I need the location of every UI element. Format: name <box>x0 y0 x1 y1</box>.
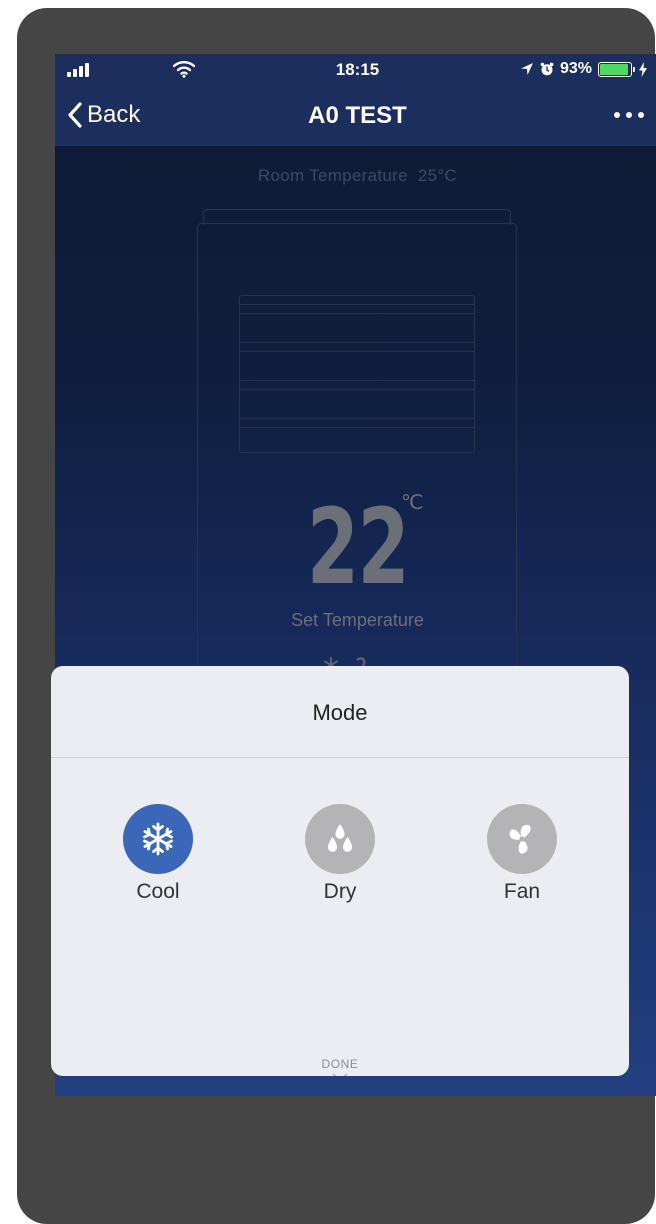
grill-slat <box>240 342 474 352</box>
more-icon[interactable] <box>612 108 646 122</box>
set-temperature-label: Set Temperature <box>291 610 424 630</box>
phone-frame: 18:15 93% Back A0 TEST Room Temperature … <box>17 8 656 1224</box>
sheet-title: Mode <box>312 700 368 725</box>
temperature-unit: ℃ <box>401 492 424 514</box>
location-icon <box>520 63 533 75</box>
charging-icon <box>639 61 647 77</box>
room-temperature: Room Temperature 25°C <box>55 166 656 186</box>
battery-level <box>600 63 628 75</box>
cool-mode-button[interactable] <box>123 804 193 874</box>
status-bar: 18:15 93% <box>55 54 656 84</box>
mode-label: Dry <box>323 880 357 903</box>
battery-icon <box>598 61 635 77</box>
mode-sheet: Mode Cool Dry Fan DONE <box>51 666 629 1076</box>
alarm-icon <box>540 62 554 76</box>
mode-option-fan[interactable]: Fan <box>462 804 582 914</box>
chevron-down-icon[interactable] <box>332 1073 348 1076</box>
mode-label: Cool <box>136 880 180 903</box>
page-title: A0 TEST <box>308 102 407 129</box>
set-temperature-value: 22 <box>306 486 410 608</box>
dry-mode-button[interactable] <box>305 804 375 874</box>
fan-mode-button[interactable] <box>487 804 557 874</box>
ac-unit-illustration <box>197 209 517 743</box>
room-temperature-value: 25°C <box>417 166 458 185</box>
mode-option-dry[interactable]: Dry <box>280 804 400 914</box>
status-right: 93% <box>520 59 648 79</box>
done-button[interactable]: DONE <box>51 1057 629 1071</box>
snowflake-icon <box>143 822 173 856</box>
battery-percent: 93% <box>559 60 592 77</box>
nav-bar: Back A0 TEST <box>55 84 656 146</box>
grill-slat <box>240 418 474 428</box>
ac-grill <box>239 295 475 453</box>
divider <box>51 757 629 758</box>
fan-icon <box>509 824 531 854</box>
grill-slat <box>240 304 474 314</box>
mode-option-cool[interactable]: Cool <box>98 804 218 914</box>
grill-slat <box>240 380 474 390</box>
droplets-icon <box>328 824 352 852</box>
mode-label: Fan <box>503 880 541 903</box>
room-temperature-label: Room Temperature <box>257 166 408 185</box>
